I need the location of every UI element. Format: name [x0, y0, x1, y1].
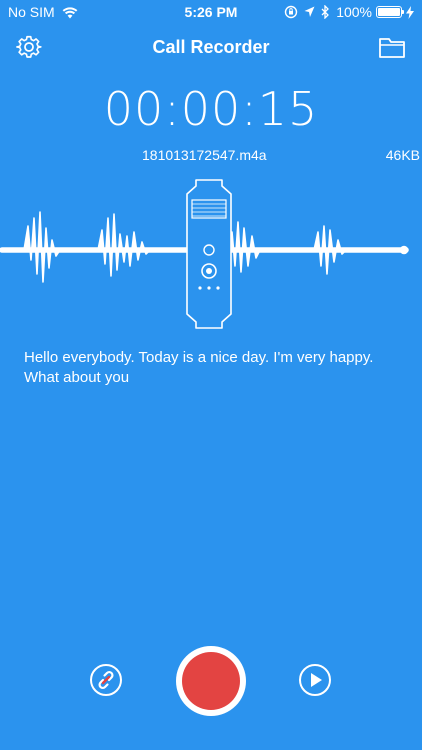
bluetooth-icon: [321, 5, 330, 19]
folder-icon[interactable]: [378, 36, 406, 60]
orientation-lock-icon: [284, 5, 298, 19]
battery-percent: 100%: [336, 4, 372, 20]
play-button[interactable]: [299, 664, 331, 696]
link-icon: [98, 670, 114, 690]
link-button[interactable]: [90, 664, 122, 696]
bottom-controls: [0, 644, 422, 724]
waveform: [0, 179, 409, 329]
status-bar: No SIM 5:26 PM 100%: [0, 0, 422, 24]
file-size: 46KB: [385, 147, 420, 163]
transcript-text: Hello everybody. Today is a nice day. I'…: [24, 349, 374, 386]
status-right: 100%: [284, 4, 414, 20]
record-button[interactable]: [176, 646, 246, 716]
location-icon: [304, 6, 315, 17]
page-title: Call Recorder: [152, 37, 270, 57]
play-icon: [311, 673, 322, 687]
microphone-icon: [186, 179, 232, 329]
record-icon: [182, 652, 240, 710]
charging-icon: [406, 5, 414, 19]
battery-icon: [376, 6, 404, 18]
file-name: 181013172547.m4a: [142, 147, 267, 163]
recording-timer: 00:00:15: [103, 82, 319, 136]
nav-bar: Call Recorder: [0, 28, 422, 68]
